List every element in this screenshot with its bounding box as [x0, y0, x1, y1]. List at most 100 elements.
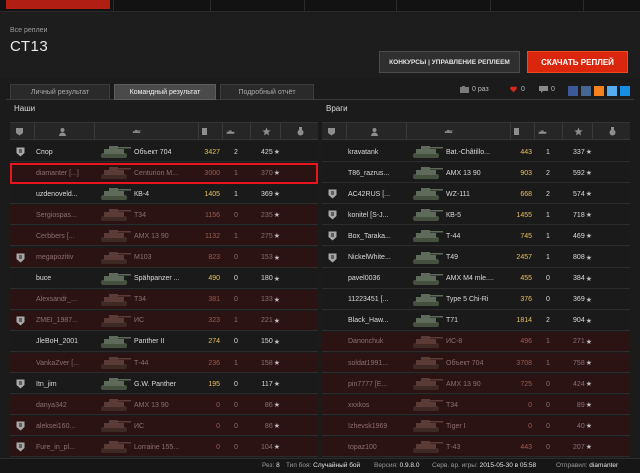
enemy-player-row[interactable]: Danonchuk ИС-8 496 1 271 ★	[322, 331, 630, 352]
vk-share-icon[interactable]	[581, 86, 591, 96]
active-nav-indicator[interactable]	[6, 0, 110, 9]
player-icon[interactable]	[58, 127, 67, 136]
tab-personal-result[interactable]: Личный результат	[10, 84, 110, 100]
ally-player-row[interactable]: Alexsandr_... Т34 381 0 133 ★	[10, 289, 318, 310]
player-name: Cerbbers [...	[36, 232, 75, 240]
ally-player-row[interactable]: buce Spähpanzer ... 490 0 180 ★	[10, 268, 318, 289]
breadcrumb[interactable]: Все реплеи	[10, 27, 47, 34]
damage-icon[interactable]	[200, 127, 209, 136]
tank-thumbnail-icon	[101, 188, 131, 201]
page-header: Все реплеи СТ13 КОНКУРСЫ | УПРАВЛЕНИЕ РЕ…	[0, 12, 640, 78]
enemy-player-row[interactable]: xxxkos T34 0 0 89 ★	[322, 395, 630, 416]
experience-value: 758 ★	[573, 359, 592, 368]
damage-value: 2457	[516, 254, 532, 261]
kills-icon[interactable]	[226, 127, 235, 136]
tank-icon[interactable]	[444, 127, 453, 136]
ally-player-row[interactable]: danya342 AMX 13 90 0 0 86 ★	[10, 395, 318, 416]
tank-name: Т-43	[446, 443, 461, 451]
tank-name: M103	[134, 254, 152, 261]
kills-value: 1	[234, 190, 238, 198]
ally-player-row[interactable]: diamanter [...] Centurion M... 3000 1 370 ★	[10, 163, 318, 184]
version-value: 0.9.8.0	[399, 462, 420, 469]
ally-player-row[interactable]: Fure_in_pl... Lorraine 155... 0 0 104 ★	[10, 437, 318, 458]
tank-name: ИС-8	[446, 338, 463, 346]
enemy-player-row[interactable]: T86_razrus... AMX 13 90 903 2 592 ★	[322, 163, 630, 184]
player-name: danya342	[36, 401, 67, 409]
twitter-share-icon[interactable]	[607, 86, 617, 96]
damage-value: 236	[208, 359, 220, 367]
ally-player-row[interactable]: ZMEI_1987... ИС 323 1 221 ★	[10, 310, 318, 331]
player-name: xxxkos	[348, 401, 370, 409]
tank-thumbnail-icon	[101, 146, 131, 158]
enemy-player-row[interactable]: 11223451 [... Type 5 Chi-Ri 376 0 369 ★	[322, 289, 630, 310]
tank-thumbnail-icon	[101, 357, 131, 369]
odnoklassniki-share-icon[interactable]	[594, 86, 604, 96]
xp-star-icon: ★	[273, 338, 280, 346]
enemy-player-row[interactable]: Black_Haw... T71 1814 2 904 ★	[322, 310, 630, 331]
server-time-label: Серв. вр. игры:	[432, 462, 478, 469]
ally-player-row[interactable]: aleksei160... ИС 0 0 86 ★	[10, 416, 318, 437]
kills-value: 0	[546, 380, 550, 388]
enemy-player-row[interactable]: topaz100 Т-43 443 0 207 ★	[322, 437, 630, 458]
player-icon[interactable]	[370, 127, 379, 136]
experience-value: 86 ★	[264, 422, 280, 431]
enemy-player-row[interactable]: NickelWhite... T49 2457 1 808 ★	[322, 247, 630, 268]
kills-icon[interactable]	[538, 127, 547, 136]
tab-detailed-report[interactable]: Подробный отчёт	[220, 84, 314, 100]
kills-value: 2	[234, 148, 238, 156]
ally-player-row[interactable]: VankaZver [... Т-44 236 1 158 ★	[10, 353, 318, 373]
contests-manage-button[interactable]: КОНКУРСЫ | УПРАВЛЕНИЕ РЕПЛЕЕМ	[379, 51, 520, 73]
likes-stat[interactable]: 0	[509, 86, 525, 93]
ally-player-row[interactable]: Itn_jim G.W. Panther 195 0 117 ★	[10, 374, 318, 395]
star-icon[interactable]	[574, 127, 583, 136]
damage-value: 1455	[516, 211, 532, 219]
ally-player-row[interactable]: JleBoH_2001 Panther II 274 0 150 ★	[10, 331, 318, 352]
nav-divider	[304, 0, 305, 11]
enemy-player-row[interactable]: kravatank Bat.-Châtillo... 443 1 337 ★	[322, 142, 630, 162]
enemy-player-row[interactable]: pin7777 [E... AMX 13 90 725 0 424 ★	[322, 374, 630, 395]
kills-value: 0	[546, 296, 550, 304]
allies-team-title: Наши	[14, 104, 36, 113]
enemy-player-row[interactable]: pavel0036 AMX M4 mle.... 455 0 384 ★	[322, 268, 630, 289]
medal-icon[interactable]	[608, 127, 617, 136]
enemy-player-row[interactable]: Izhevsk1969 Tiger I 0 0 40 ★	[322, 416, 630, 437]
header-divider	[534, 123, 535, 139]
damage-value: 823	[208, 254, 220, 261]
comments-stat[interactable]: 0	[539, 86, 555, 93]
facebook-share-icon[interactable]	[568, 86, 578, 96]
rank-icon[interactable]	[15, 127, 24, 136]
ally-player-row[interactable]: uzdenoveld... КВ-4 1405 1 369 ★	[10, 184, 318, 205]
experience-value: 40 ★	[576, 422, 592, 431]
enemy-player-row[interactable]: Box_Taraka... Т-44 745 1 469 ★	[322, 226, 630, 247]
damage-icon[interactable]	[512, 127, 521, 136]
medal-icon[interactable]	[296, 127, 305, 136]
comment-icon	[539, 86, 548, 93]
star-icon[interactable]	[262, 127, 271, 136]
enemy-player-row[interactable]: soldat1991... Объект 704 3708 1 758 ★	[322, 353, 630, 373]
enemies-column-header	[322, 122, 630, 140]
rank-icon[interactable]	[327, 127, 336, 136]
ally-player-row[interactable]: Cerbbers [... AMX 13 90 1132 1 275 ★	[10, 226, 318, 247]
xp-star-icon: ★	[585, 402, 592, 410]
mailru-share-icon[interactable]	[620, 86, 630, 96]
kills-value: 0	[234, 296, 238, 304]
kills-value: 0	[234, 380, 238, 388]
kills-value: 1	[546, 211, 550, 219]
enemy-player-row[interactable]: konitel [S-J... КВ-5 1455 1 718 ★	[322, 205, 630, 226]
ally-player-row[interactable]: Sergiospas... Т34 1156 0 235 ★	[10, 205, 318, 226]
experience-value: 158 ★	[261, 359, 280, 368]
allies-column-header	[10, 122, 318, 140]
tank-thumbnail-icon	[413, 378, 443, 391]
header-divider	[34, 123, 35, 139]
experience-value: 469 ★	[573, 232, 592, 241]
camera-icon	[460, 86, 469, 93]
tank-icon[interactable]	[132, 127, 141, 136]
tab-team-result[interactable]: Командный результат	[114, 84, 216, 100]
tank-name: G.W. Panther	[134, 380, 177, 388]
ally-player-row[interactable]: Спор Объект 704 3427 2 425 ★	[10, 142, 318, 162]
download-replay-button[interactable]: СКАЧАТЬ РЕПЛЕЙ	[527, 51, 628, 73]
ally-player-row[interactable]: megapozitiv M103 823 0 153 ★	[10, 247, 318, 268]
enemy-player-row[interactable]: AC42RUS [... WZ-111 668 2 574 ★	[322, 184, 630, 205]
damage-value: 376	[520, 296, 532, 304]
clan-badge-icon	[328, 231, 337, 241]
